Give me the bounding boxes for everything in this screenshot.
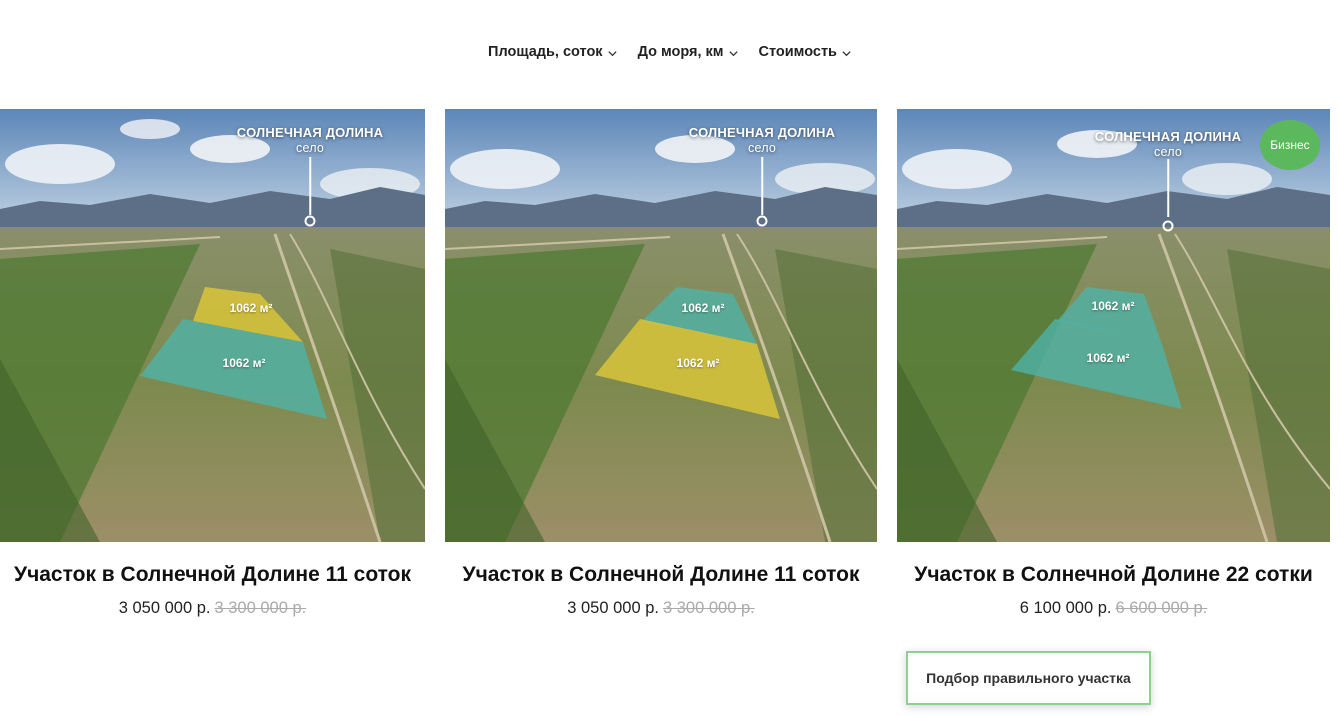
listing-card[interactable]: СОЛНЕЧНАЯ ДОЛИНА село Бизнес 1062 м² 106…: [897, 109, 1330, 618]
plot-area-label: 1062 м²: [676, 356, 720, 370]
plot-selection-button[interactable]: Подбор правильного участка: [906, 651, 1151, 705]
pin-line: [761, 157, 763, 215]
listing-photo[interactable]: СОЛНЕЧНАЯ ДОЛИНА село 1062 м² 1062 м²: [0, 109, 425, 542]
aerial-photo: [445, 109, 877, 542]
listing-price: 3 050 000 р. 3 300 000 р.: [445, 599, 877, 618]
plot-area-label: 1062 м²: [222, 356, 266, 370]
pin-line: [1167, 159, 1169, 217]
filter-sea-distance[interactable]: До моря, км: [638, 44, 739, 60]
filter-sea-distance-label: До моря, км: [637, 44, 724, 60]
plot-area-label: 1062 м²: [1091, 299, 1135, 313]
listing-photo[interactable]: СОЛНЕЧНАЯ ДОЛИНА село 1062 м² 1062 м²: [445, 109, 877, 542]
village-sub: село: [748, 141, 776, 155]
listing-price: 6 100 000 р. 6 600 000 р.: [897, 599, 1330, 618]
location-pin-icon: [756, 215, 768, 227]
filter-price[interactable]: Стоимость: [759, 44, 852, 60]
aerial-photo: [897, 109, 1330, 542]
village-name: СОЛНЕЧНАЯ ДОЛИНА: [236, 125, 384, 140]
plot-area-label: 1062 м²: [1086, 351, 1130, 365]
listing-title[interactable]: Участок в Солнечной Долине 11 соток: [0, 563, 425, 587]
chevron-down-icon: [607, 50, 617, 56]
village-label: СОЛНЕЧНАЯ ДОЛИНА село: [237, 125, 383, 155]
current-price: 3 050 000 р.: [118, 599, 211, 617]
listing-card[interactable]: СОЛНЕЧНАЯ ДОЛИНА село 1062 м² 1062 м² Уч…: [445, 109, 877, 618]
filter-price-label: Стоимость: [758, 44, 837, 60]
listing-card[interactable]: СОЛНЕЧНАЯ ДОЛИНА село 1062 м² 1062 м² Уч…: [0, 109, 425, 618]
village-sub: село: [1154, 145, 1182, 159]
village-label: СОЛНЕЧНАЯ ДОЛИНА село: [1095, 129, 1241, 159]
listing-title[interactable]: Участок в Солнечной Долине 22 сотки: [897, 563, 1330, 587]
category-badge: Бизнес: [1260, 120, 1320, 170]
old-price: 3 300 000 р.: [663, 599, 755, 617]
chevron-down-icon: [728, 50, 738, 56]
village-name: СОЛНЕЧНАЯ ДОЛИНА: [1094, 129, 1242, 144]
listing-price: 3 050 000 р. 3 300 000 р.: [0, 599, 425, 618]
village-sub: село: [296, 141, 324, 155]
filter-bar: Площадь, соток До моря, км Стоимость: [0, 44, 1340, 60]
old-price: 3 300 000 р.: [214, 599, 307, 617]
location-pin-icon: [304, 215, 316, 227]
village-label: СОЛНЕЧНАЯ ДОЛИНА село: [689, 125, 835, 155]
location-pin-icon: [1162, 220, 1174, 232]
filter-area-label: Площадь, соток: [488, 44, 603, 60]
pin-line: [309, 157, 311, 215]
listing-title[interactable]: Участок в Солнечной Долине 11 соток: [445, 563, 877, 587]
plot-area-label: 1062 м²: [229, 301, 273, 315]
village-name: СОЛНЕЧНАЯ ДОЛИНА: [688, 125, 836, 140]
current-price: 3 050 000 р.: [567, 599, 659, 617]
plot-area-label: 1062 м²: [681, 301, 725, 315]
chevron-down-icon: [842, 50, 851, 56]
listing-photo[interactable]: СОЛНЕЧНАЯ ДОЛИНА село Бизнес 1062 м² 106…: [897, 109, 1330, 542]
current-price: 6 100 000 р.: [1019, 599, 1112, 617]
aerial-photo: [0, 109, 425, 542]
filter-area[interactable]: Площадь, соток: [488, 44, 618, 60]
old-price: 6 600 000 р.: [1115, 599, 1208, 617]
